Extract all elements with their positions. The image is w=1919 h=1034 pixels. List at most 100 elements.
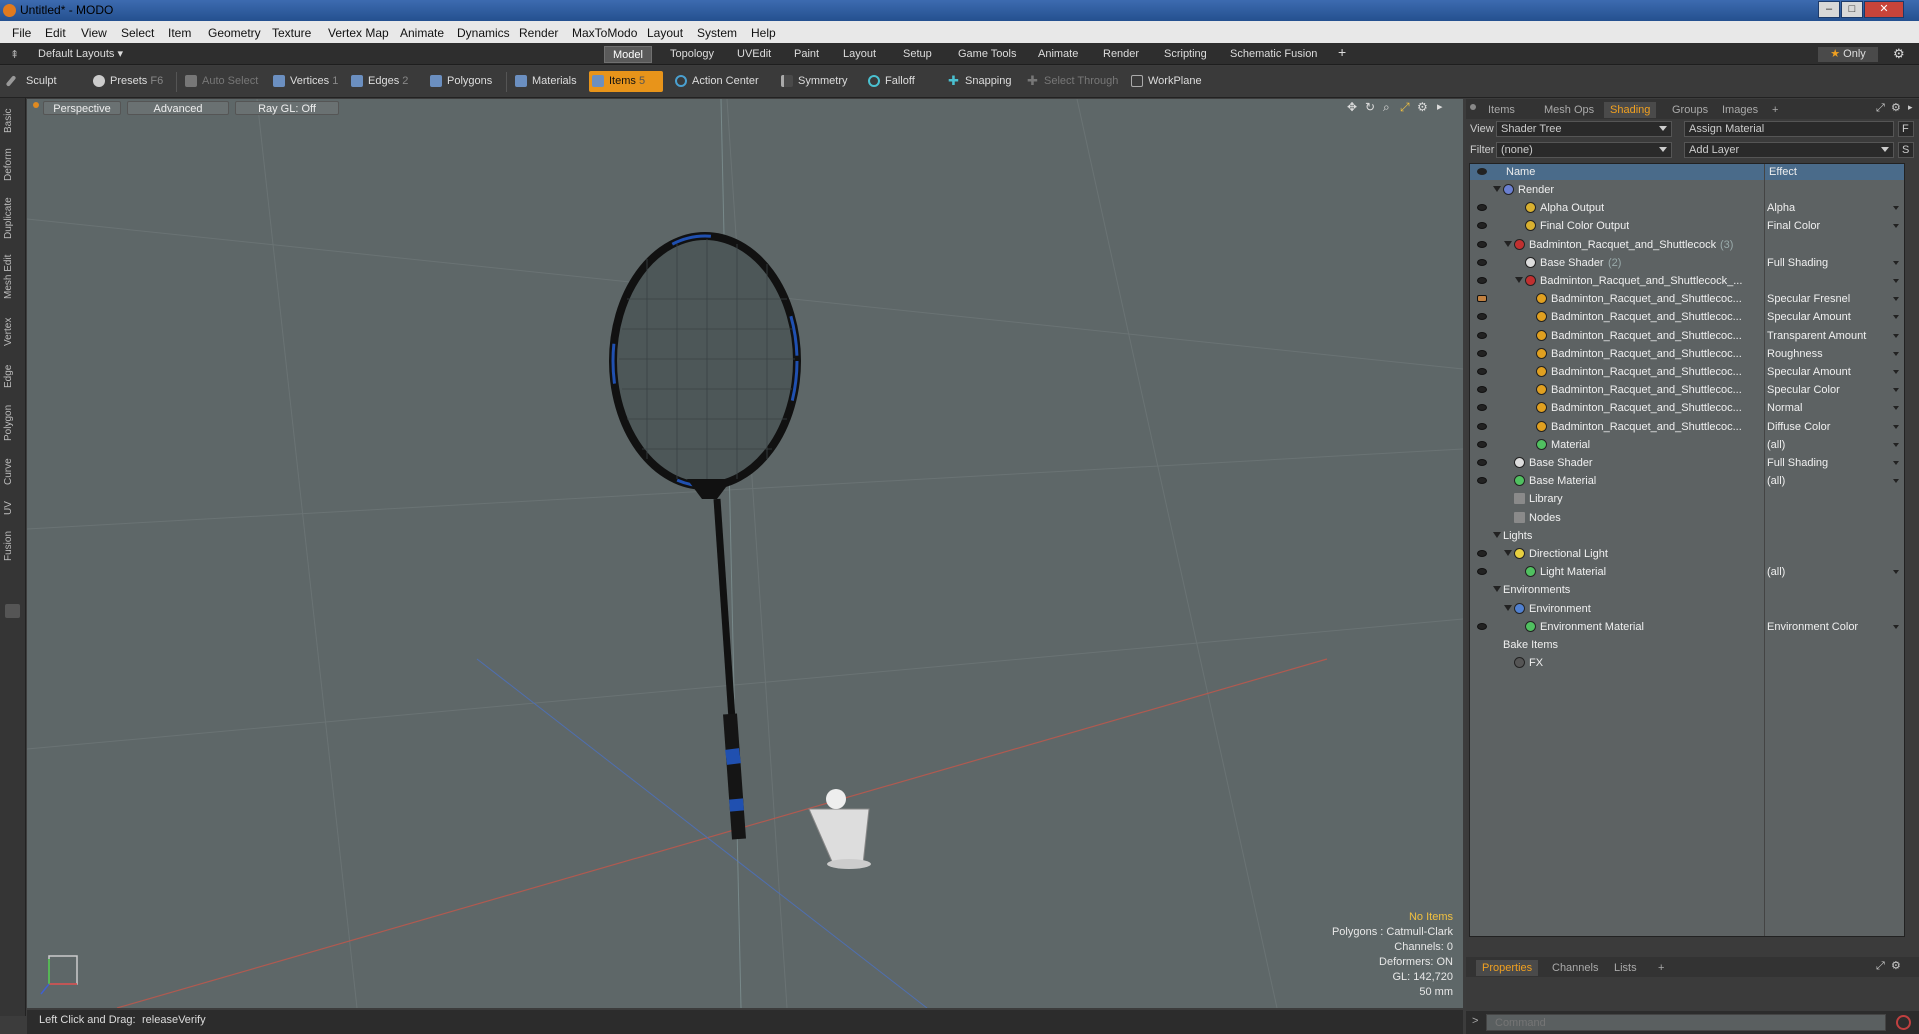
- materials-button[interactable]: Materials: [512, 71, 584, 92]
- sidebar-tab-curve[interactable]: Curve: [3, 454, 23, 490]
- tree-row[interactable]: Base Shader (2) Full Shading: [1470, 254, 1904, 272]
- visibility-eye-icon[interactable]: [1477, 422, 1487, 430]
- menu-dynamics[interactable]: Dynamics: [457, 26, 510, 40]
- effect-dropdown-icon[interactable]: [1893, 479, 1899, 484]
- tree-row-effect[interactable]: Normal: [1767, 402, 1897, 414]
- visibility-eye-icon[interactable]: [1477, 404, 1487, 412]
- visibility-eye-icon[interactable]: [1477, 386, 1487, 394]
- tree-row[interactable]: Badminton_Racquet_and_Shuttlecoc... Specu…: [1470, 381, 1904, 399]
- effect-dropdown-icon[interactable]: [1893, 297, 1899, 302]
- visibility-eye-icon[interactable]: [1477, 240, 1487, 248]
- falloff-button[interactable]: Falloff: [865, 71, 941, 92]
- tab-images[interactable]: Images: [1716, 102, 1764, 118]
- effect-dropdown-icon[interactable]: [1893, 351, 1899, 356]
- sidebar-toggle-button[interactable]: [5, 604, 20, 618]
- effect-dropdown-icon[interactable]: [1893, 260, 1899, 265]
- menu-file[interactable]: File: [12, 26, 31, 40]
- view-select[interactable]: Shader Tree: [1496, 121, 1672, 137]
- 3d-viewport[interactable]: Perspective Advanced Ray GL: Off ✥ ↻ ⌕ ⤢…: [27, 99, 1463, 1008]
- pan-icon[interactable]: ✥: [1347, 100, 1357, 114]
- expand-arrow-icon[interactable]: [1493, 186, 1501, 192]
- tree-row[interactable]: Alpha Output Alpha: [1470, 199, 1904, 217]
- tree-row[interactable]: FX: [1470, 654, 1904, 672]
- effect-dropdown-icon[interactable]: [1893, 388, 1899, 393]
- visibility-eye-icon[interactable]: [1477, 313, 1487, 321]
- action-center-button[interactable]: Action Center: [672, 71, 768, 92]
- view-mode-perspective[interactable]: Perspective: [43, 101, 121, 115]
- viewport-menu-icon[interactable]: ▸: [1437, 100, 1443, 113]
- visibility-eye-icon[interactable]: [1477, 459, 1487, 466]
- menu-texture[interactable]: Texture: [272, 26, 311, 40]
- tab-scripting[interactable]: Scripting: [1156, 46, 1215, 63]
- tab-shading[interactable]: Shading: [1604, 102, 1657, 118]
- menu-animate[interactable]: Animate: [400, 26, 444, 40]
- tree-row[interactable]: Nodes: [1470, 509, 1904, 527]
- sidebar-tab-basic[interactable]: Basic: [3, 104, 23, 138]
- tree-row[interactable]: Badminton_Racquet_and_Shuttlecock_...: [1470, 272, 1904, 290]
- s-key-button[interactable]: S: [1898, 142, 1914, 158]
- tree-row-effect[interactable]: Transparent Amount: [1767, 330, 1897, 342]
- add-layer-select[interactable]: Add Layer: [1684, 142, 1894, 158]
- tab-properties[interactable]: Properties: [1476, 960, 1539, 976]
- tree-row[interactable]: Directional Light: [1470, 545, 1904, 563]
- expand-arrow-icon[interactable]: [1493, 586, 1501, 593]
- expand-arrow-icon[interactable]: [1515, 277, 1523, 283]
- tree-row[interactable]: Library: [1470, 490, 1904, 508]
- select-through-button[interactable]: ✚ Select Through: [1024, 71, 1120, 92]
- expand-arrow-icon[interactable]: [1493, 531, 1501, 538]
- snapping-button[interactable]: ✚ Snapping: [945, 71, 1015, 92]
- bottom-gear-icon[interactable]: ⚙: [1891, 959, 1901, 972]
- effect-dropdown-icon[interactable]: [1893, 570, 1899, 575]
- sidebar-tab-polygon[interactable]: Polygon: [3, 400, 23, 446]
- visibility-eye-icon[interactable]: [1477, 550, 1487, 557]
- tree-row[interactable]: Badminton_Racquet_and_Shuttlecoc... Rough…: [1470, 345, 1904, 363]
- menu-item[interactable]: Item: [168, 26, 191, 40]
- command-input[interactable]: [1486, 1014, 1886, 1031]
- visibility-eye-icon[interactable]: [1477, 277, 1487, 284]
- sidebar-tab-deform[interactable]: Deform: [3, 144, 23, 186]
- effect-dropdown-icon[interactable]: [1893, 224, 1899, 229]
- tab-game-tools[interactable]: Game Tools: [950, 46, 1025, 63]
- filter-select[interactable]: (none): [1496, 142, 1672, 158]
- sidebar-tab-edge[interactable]: Edge: [3, 360, 23, 392]
- tree-row[interactable]: Final Color Output Final Color: [1470, 217, 1904, 235]
- symmetry-button[interactable]: Symmetry: [778, 71, 858, 92]
- tree-row-effect[interactable]: Specular Amount: [1767, 366, 1897, 378]
- tab-groups[interactable]: Groups: [1666, 102, 1714, 118]
- sidebar-tab-mesh-edit[interactable]: Mesh Edit: [3, 250, 23, 304]
- visibility-eye-icon[interactable]: [1477, 440, 1487, 448]
- visibility-eye-icon[interactable]: [1477, 622, 1487, 630]
- sidebar-tab-uv[interactable]: UV: [3, 498, 23, 518]
- edges-button[interactable]: Edges 2: [348, 71, 422, 92]
- minimize-button[interactable]: ‒: [1818, 1, 1840, 18]
- workplane-button[interactable]: WorkPlane: [1128, 71, 1208, 92]
- tree-row[interactable]: Render: [1470, 181, 1904, 199]
- effect-dropdown-icon[interactable]: [1893, 624, 1899, 629]
- tree-row-effect[interactable]: Full Shading: [1767, 257, 1897, 269]
- tree-row[interactable]: Light Material (all): [1470, 563, 1904, 581]
- raygl-toggle[interactable]: Ray GL: Off: [235, 101, 339, 115]
- maximize-button[interactable]: □: [1841, 1, 1863, 18]
- expand-arrow-icon[interactable]: [1504, 240, 1512, 247]
- tab-lists[interactable]: Lists: [1608, 960, 1643, 976]
- effect-dropdown-icon[interactable]: [1893, 333, 1899, 338]
- menu-geometry[interactable]: Geometry: [208, 26, 261, 40]
- expand-arrow-icon[interactable]: [1504, 550, 1512, 556]
- f-key-button[interactable]: F: [1898, 121, 1914, 137]
- menu-select[interactable]: Select: [121, 26, 154, 40]
- menu-view[interactable]: View: [81, 26, 107, 40]
- effect-dropdown-icon[interactable]: [1893, 406, 1899, 411]
- visibility-eye-icon[interactable]: [1477, 204, 1487, 212]
- tab-setup[interactable]: Setup: [895, 46, 940, 63]
- rotate-icon[interactable]: ↻: [1365, 100, 1375, 114]
- panel-menu-icon[interactable]: ▸: [1908, 102, 1913, 113]
- effect-dropdown-icon[interactable]: [1893, 206, 1899, 211]
- tree-row[interactable]: Material (all): [1470, 436, 1904, 454]
- menu-help[interactable]: Help: [751, 26, 776, 40]
- vertices-button[interactable]: Vertices 1: [270, 71, 350, 92]
- tab-layout[interactable]: Layout: [835, 46, 884, 63]
- expand-arrow-icon[interactable]: [1504, 604, 1512, 611]
- visibility-eye-icon[interactable]: [1477, 222, 1487, 230]
- tree-row[interactable]: Badminton_Racquet_and_Shuttlecoc... Trans…: [1470, 327, 1904, 345]
- sidebar-tab-duplicate[interactable]: Duplicate: [3, 192, 23, 244]
